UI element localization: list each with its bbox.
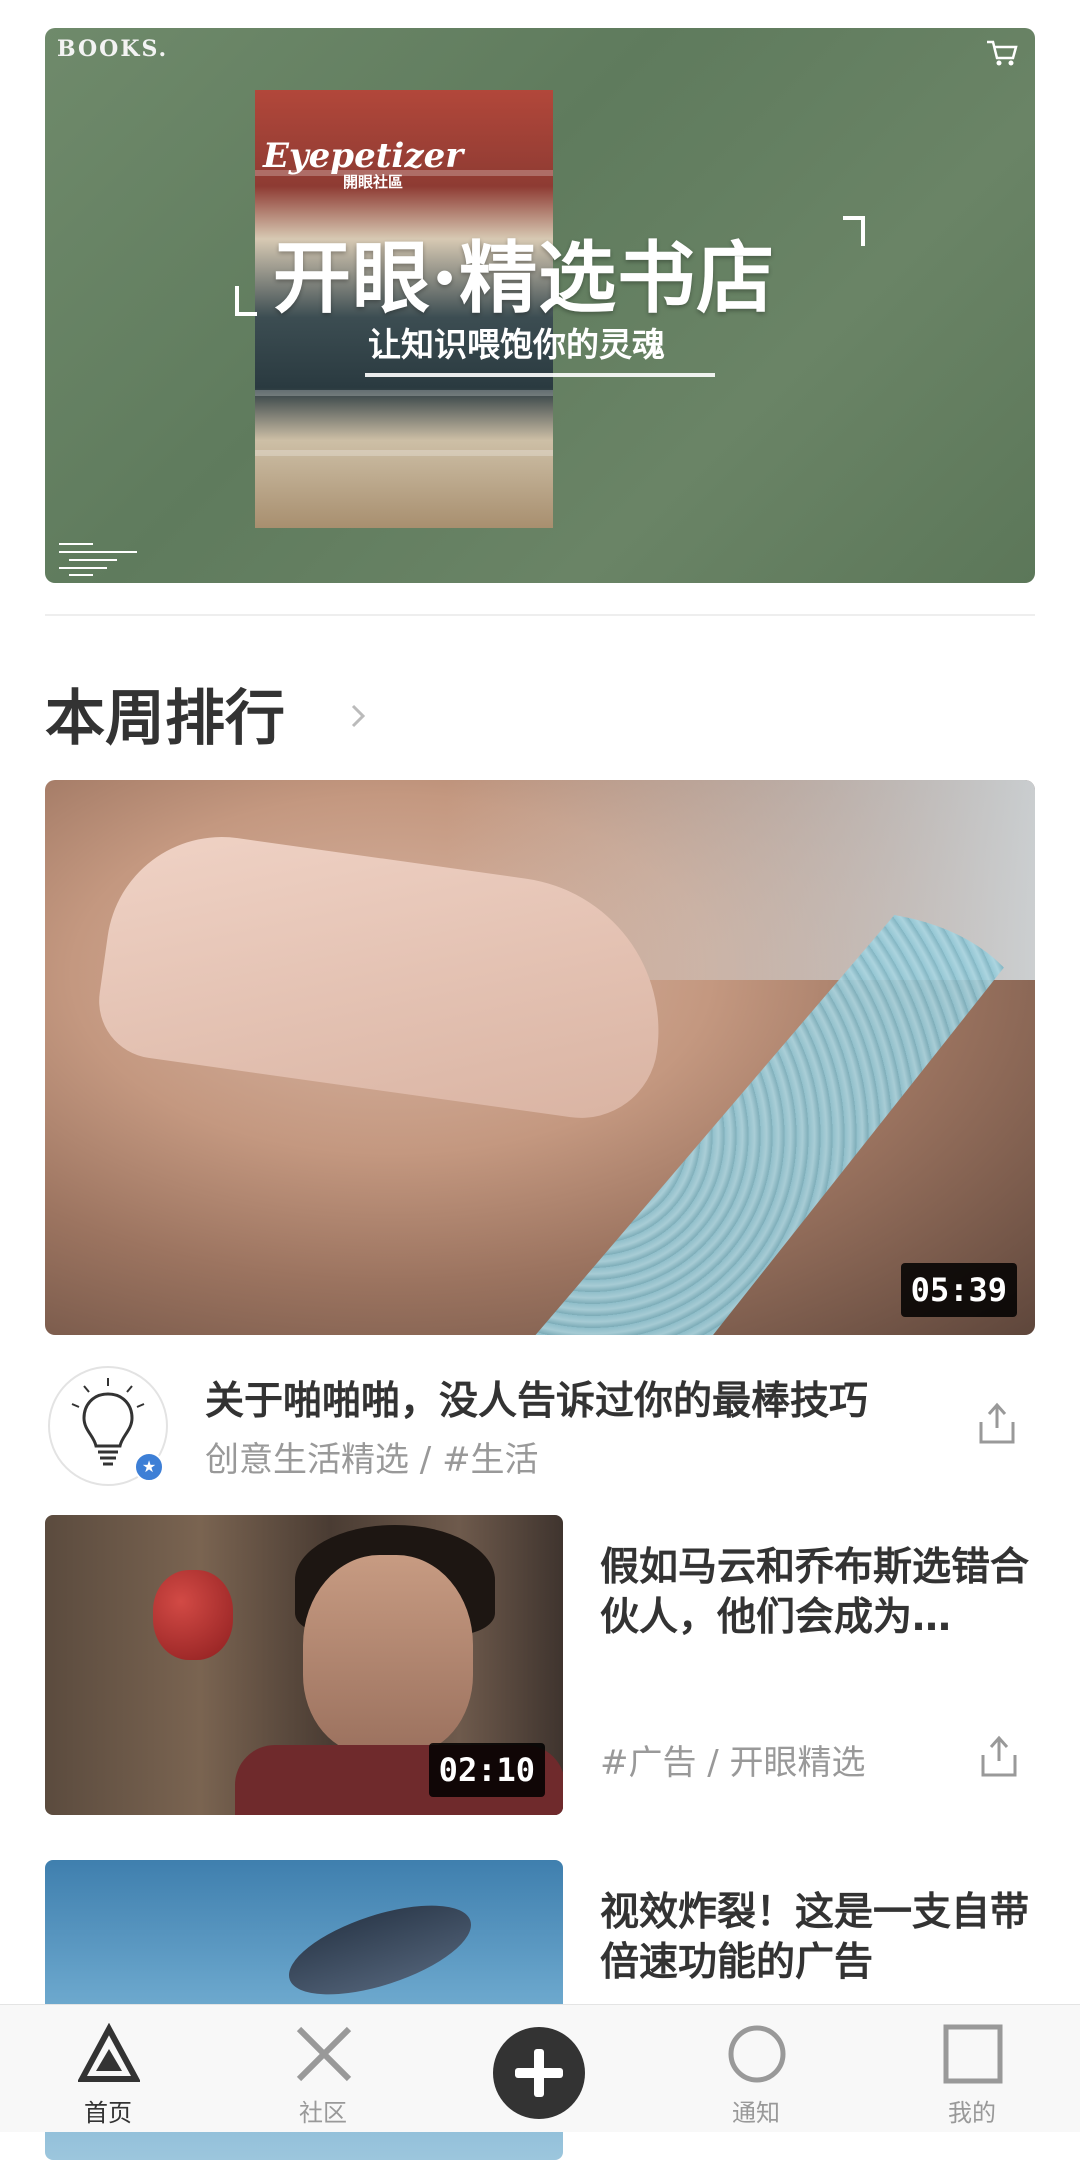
thumbnail-bg: [303, 1555, 473, 1755]
nav-profile[interactable]: 我的: [902, 2005, 1042, 2132]
cross-icon: [296, 2026, 352, 2082]
banner-headline: 开眼·精选书店: [273, 233, 776, 324]
books-banner[interactable]: BOOKS. Eyepetizer 開眼社區 开眼·精选书店 让知识喂饱你的灵魂: [45, 28, 1035, 583]
triangle-icon: [78, 2023, 140, 2082]
eyepetizer-logo: Eyepetizer: [263, 136, 464, 176]
video-title[interactable]: 关于啪啪啪，没人告诉过你的最棒技巧: [205, 1370, 868, 1426]
hero-video-thumbnail[interactable]: 05:39: [45, 780, 1035, 1335]
divider: [45, 614, 1035, 616]
nav-notification[interactable]: 通知: [686, 2005, 826, 2132]
nav-community[interactable]: 社区: [253, 2005, 393, 2132]
thumbnail-bg: [153, 1570, 233, 1660]
verified-badge-icon: ★: [134, 1452, 164, 1482]
circle-icon: [728, 2025, 786, 2083]
thumbnail-bg: [278, 1887, 482, 2013]
nav-label: 我的: [948, 2099, 996, 2127]
video-title[interactable]: 假如马云和乔布斯选错合伙人，他们会成为…: [600, 1543, 1030, 1643]
banner-subline: 让知识喂饱你的灵魂: [368, 325, 665, 364]
nav-label: 首页: [84, 2099, 132, 2127]
video-thumbnail[interactable]: 02:10: [45, 1515, 563, 1815]
video-title[interactable]: 视效炸裂！这是一支自带倍速功能的广告: [600, 1888, 1030, 1988]
cart-icon[interactable]: [985, 38, 1019, 68]
square-icon: [943, 2024, 1003, 2084]
video-duration: 02:10: [428, 1743, 545, 1797]
share-icon[interactable]: [977, 1733, 1021, 1779]
add-button[interactable]: [493, 2027, 585, 2119]
eyepetizer-logo-sub: 開眼社區: [343, 173, 404, 191]
video-subtitle[interactable]: 创意生活精选 / #生活: [205, 1432, 539, 1481]
hero-video-meta[interactable]: ★ 关于啪啪啪，没人告诉过你的最棒技巧 创意生活精选 / #生活: [45, 1362, 1035, 1486]
bracket-decoration: [843, 216, 865, 246]
chevron-right-icon[interactable]: [347, 700, 369, 732]
books-label: BOOKS.: [57, 36, 169, 62]
nav-label: 通知: [732, 2099, 780, 2127]
video-duration: 05:39: [900, 1263, 1017, 1317]
section-title[interactable]: 本周排行: [45, 670, 285, 757]
video-tags[interactable]: #广告 / 开眼精选: [600, 1735, 866, 1784]
menu-lines-icon: [59, 543, 137, 576]
banner-underline: [365, 373, 715, 377]
list-item[interactable]: 02:10 假如马云和乔布斯选错合伙人，他们会成为… #广告 / 开眼精选: [45, 1515, 1035, 1815]
nav-home[interactable]: 首页: [38, 2005, 178, 2132]
author-avatar[interactable]: ★: [48, 1366, 168, 1486]
nav-label: 社区: [299, 2099, 347, 2127]
share-icon[interactable]: [975, 1400, 1019, 1446]
bottom-nav: 首页 社区 通知 我的: [0, 2004, 1080, 2132]
bracket-decoration: [235, 286, 257, 316]
